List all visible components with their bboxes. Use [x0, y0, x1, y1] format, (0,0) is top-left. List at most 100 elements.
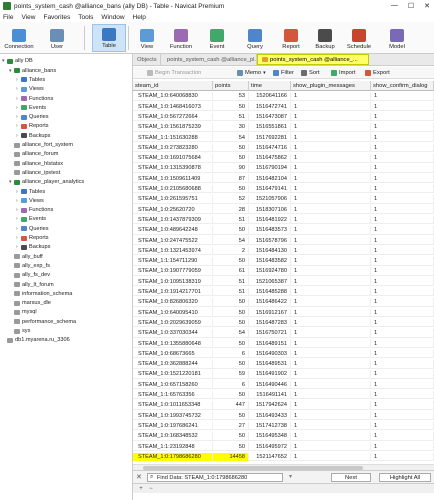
cell-show-plugin-messages[interactable]: 1	[291, 401, 371, 410]
table-row[interactable]: STEAM_1:0:1095138319 51 1521065387 1 1	[133, 277, 434, 287]
cell-time[interactable]: 1517692281	[249, 133, 291, 142]
cell-show-plugin-messages[interactable]: 1	[291, 431, 371, 441]
cell-show-plugin-messages[interactable]: 1	[291, 143, 371, 153]
cell-time[interactable]: 1516473087	[249, 112, 291, 122]
export-button[interactable]: Export	[365, 69, 390, 77]
cell-time[interactable]: 1516472741	[249, 102, 291, 112]
cell-show-confirm-dialog[interactable]: 1	[371, 174, 434, 184]
cell-steam-id[interactable]: STEAM_1:0:1914217701	[133, 287, 213, 297]
cell-steam-id[interactable]: STEAM_1:0:1321453974	[133, 246, 213, 256]
cell-points[interactable]: 50	[213, 339, 249, 348]
cell-steam-id[interactable]: STEAM_1:0:1993745732	[133, 411, 213, 421]
cell-points[interactable]: 87	[213, 174, 249, 184]
cell-show-confirm-dialog[interactable]: 1	[371, 225, 434, 235]
cell-steam-id[interactable]: STEAM_1:0:362888244	[133, 359, 213, 369]
table-row[interactable]: STEAM_1:0:826806320 50 1516486422 1 1	[133, 298, 434, 307]
menu-tools[interactable]: Tools	[78, 14, 93, 21]
cell-steam-id[interactable]: STEAM_1:0:1691075684	[133, 153, 213, 163]
cell-show-confirm-dialog[interactable]: 1	[371, 431, 434, 441]
cell-points[interactable]: 6	[213, 349, 249, 359]
cell-points[interactable]: 90	[213, 164, 249, 173]
cell-show-plugin-messages[interactable]: 1	[291, 102, 371, 112]
cell-time[interactable]: 1516475862	[249, 153, 291, 163]
cell-show-plugin-messages[interactable]: 1	[291, 246, 371, 256]
table-row[interactable]: STEAM_1:0:1468416073 50 1516472741 1 1	[133, 102, 434, 112]
cell-points[interactable]: 51	[213, 287, 249, 297]
cell-show-plugin-messages[interactable]: 1	[291, 112, 371, 122]
cell-points[interactable]: 52	[213, 195, 249, 204]
menu-help[interactable]: Help	[133, 14, 146, 21]
maximize-button[interactable]: ☐	[408, 2, 414, 10]
column-header-steam-id[interactable]: steam_id	[133, 81, 213, 91]
cell-time[interactable]: 1516483582	[249, 256, 291, 266]
cell-points[interactable]: 50	[213, 143, 249, 153]
cell-show-confirm-dialog[interactable]: 1	[371, 380, 434, 390]
cell-time[interactable]: 1516482104	[249, 174, 291, 184]
tree-item-queries[interactable]: › Queries	[0, 224, 49, 233]
tree-item-performance-schema[interactable]: performance_schema	[0, 317, 76, 326]
cell-show-confirm-dialog[interactable]: 1	[371, 164, 434, 173]
cell-show-confirm-dialog[interactable]: 1	[371, 205, 434, 215]
cell-show-confirm-dialog[interactable]: 1	[371, 277, 434, 287]
cell-show-plugin-messages[interactable]: 1	[291, 442, 371, 451]
cell-show-plugin-messages[interactable]: 1	[291, 308, 371, 318]
cell-show-plugin-messages[interactable]: 1	[291, 339, 371, 348]
table-row[interactable]: STEAM_1:1:151630288 54 1517692281 1 1	[133, 133, 434, 142]
cell-points[interactable]: 50	[213, 359, 249, 369]
cell-points[interactable]: 53	[213, 92, 249, 101]
cell-points[interactable]: 50	[213, 184, 249, 194]
highlight-all-button[interactable]: Highlight All	[379, 473, 431, 482]
cell-time[interactable]: 1516750721	[249, 328, 291, 338]
cell-show-confirm-dialog[interactable]: 1	[371, 143, 434, 153]
cell-show-confirm-dialog[interactable]: 1	[371, 390, 434, 400]
cell-show-plugin-messages[interactable]: 1	[291, 153, 371, 163]
tree-item-alliance-ipstest[interactable]: alliance_ipstest	[0, 169, 60, 178]
cell-time[interactable]: 1516483573	[249, 225, 291, 235]
tree-item-sys[interactable]: sys	[0, 327, 30, 336]
table-row[interactable]: STEAM_1:0:168348532 50 1516495348 1 1	[133, 431, 434, 441]
cell-time[interactable]: 1516487283	[249, 318, 291, 328]
cell-show-plugin-messages[interactable]: 1	[291, 390, 371, 400]
tree-item-information-schema[interactable]: information_schema	[0, 290, 72, 299]
cell-steam-id[interactable]: STEAM_1:0:197686241	[133, 421, 213, 431]
cell-time[interactable]: 1516489151	[249, 339, 291, 348]
tab-objects[interactable]: Objects	[133, 54, 161, 65]
table-row[interactable]: STEAM_1:0:640095410 50 1516912167 1 1	[133, 308, 434, 318]
cell-time[interactable]: 1516495348	[249, 431, 291, 441]
tree-item-queries[interactable]: › Queries	[0, 113, 49, 122]
tree-item-views[interactable]: › Views	[0, 85, 44, 94]
table-row[interactable]: STEAM_1:0:567272664 51 1516473087 1 1	[133, 112, 434, 122]
cell-steam-id[interactable]: STEAM_1:0:1315390878	[133, 164, 213, 173]
cell-points[interactable]: 51	[213, 215, 249, 225]
table-row[interactable]: STEAM_1:0:1521220181 59 1516491902 1 1	[133, 370, 434, 379]
delete-record-button[interactable]: −	[147, 485, 155, 493]
cell-time[interactable]: 1516551861	[249, 122, 291, 132]
tree-item-mysql[interactable]: mysql	[0, 308, 37, 317]
cell-steam-id[interactable]: STEAM_1:0:1561875239	[133, 122, 213, 132]
cell-time[interactable]: 1520641166	[249, 92, 291, 101]
column-header-show-plugin-messages[interactable]: show_plugin_messages	[291, 81, 371, 91]
cell-steam-id[interactable]: STEAM_1:0:1011653348	[133, 401, 213, 410]
tree-item-reports[interactable]: › Reports	[0, 122, 49, 131]
cell-points[interactable]: 54	[213, 328, 249, 338]
table-row[interactable]: STEAM_1:0:261595751 52 1521057906 1 1	[133, 195, 434, 204]
cell-show-plugin-messages[interactable]: 1	[291, 452, 371, 462]
cell-show-plugin-messages[interactable]: 1	[291, 215, 371, 225]
cell-time[interactable]: 1521065387	[249, 277, 291, 287]
tree-item-tables[interactable]: › Tables	[0, 187, 45, 196]
cell-points[interactable]: 50	[213, 431, 249, 441]
cell-steam-id[interactable]: STEAM_1:0:168348532	[133, 431, 213, 441]
cell-show-confirm-dialog[interactable]: 1	[371, 442, 434, 451]
cell-points[interactable]: 50	[213, 442, 249, 451]
cell-time[interactable]: 1518307106	[249, 205, 291, 215]
cell-points[interactable]: 61	[213, 267, 249, 276]
cell-points[interactable]: 27	[213, 421, 249, 431]
cell-time[interactable]: 1516491902	[249, 370, 291, 379]
cell-points[interactable]: 59	[213, 370, 249, 379]
cell-time[interactable]: 1516484130	[249, 246, 291, 256]
table-row[interactable]: STEAM_1:0:273823280 50 1516474716 1 1	[133, 143, 434, 153]
toolbar-connection-button[interactable]: Connection	[2, 24, 36, 52]
cell-show-confirm-dialog[interactable]: 1	[371, 184, 434, 194]
cell-points[interactable]: 28	[213, 205, 249, 215]
cell-show-plugin-messages[interactable]: 1	[291, 92, 371, 101]
